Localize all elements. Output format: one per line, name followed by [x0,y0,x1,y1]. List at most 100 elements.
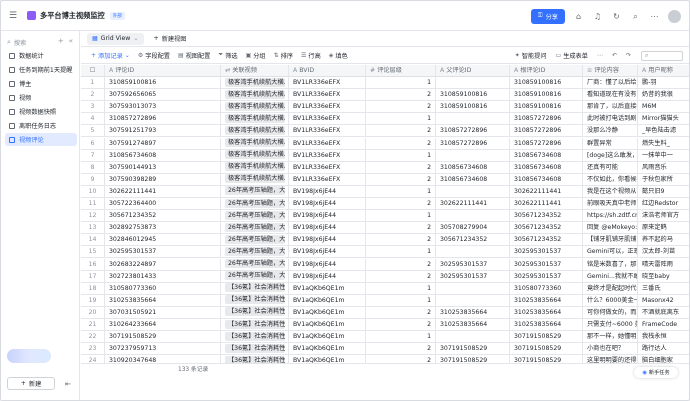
table-cell[interactable]: 310859100816 [105,77,221,89]
column-header[interactable]: A 用户昵称 [638,65,689,77]
table-cell[interactable]: 极客湾手机续航大横... [221,113,289,126]
table-cell[interactable]: 302595301537 [436,258,510,271]
table-cell[interactable]: Gemini可以，正现确... [583,246,638,259]
table-cell[interactable]: BV1LR336eEFX [289,77,366,89]
table-cell[interactable]: 302622111441 [510,185,583,198]
table-cell[interactable] [436,331,510,344]
view-config-button[interactable]: ▤ 视图配置 [178,51,210,60]
linked-record-tag[interactable]: 【36氪】社会消耗性... [225,331,285,341]
table-cell[interactable]: 310253835664 [436,306,510,319]
table-cell[interactable]: 只需支付~6000 美元[箱... [583,319,638,331]
plus-icon[interactable]: + [58,37,64,45]
sort-button[interactable]: ⇅ 排序 [274,51,293,60]
table-cell[interactable]: 我是在这个视频从前来... [583,185,638,198]
table-row[interactable]: 12 305671234352 26年高考压轴题，大... BV198Jx6jE44 1… [81,210,689,223]
table-cell[interactable]: 305671234352 [436,234,510,247]
table-cell[interactable]: 极客湾手机续航大横... [221,137,289,150]
table-row[interactable]: 19 310253835664 【36氪】社会消耗性... BV1aQKb6QE1m 1… [81,294,689,307]
table-cell[interactable]: 310253835664 [105,294,221,307]
column-header[interactable]: A 评论ID [105,65,221,77]
linked-record-tag[interactable]: 极客湾手机续航大横... [225,138,285,147]
column-header[interactable]: A 父评论ID [436,65,510,77]
linked-record-tag[interactable]: 极客湾手机续航大横... [225,150,285,160]
sidebar-item-video-snapshots[interactable]: 视频数据快照 [5,105,77,118]
table-cell[interactable]: Gemini...我就不敢想想... [583,270,638,283]
table-cell[interactable]: 26年高考压轴题，大... [221,246,289,259]
table-cell[interactable]: 【36氪】社会消耗性... [221,294,289,307]
table-row[interactable]: 11 305722364400 26年高考压轴题，大... BV198Jx6jE44 2… [81,198,689,210]
table-cell[interactable]: 305708279904 [436,222,510,235]
onboarding-task-button[interactable]: ◉ 新手任务 [634,367,678,378]
table-row[interactable]: 20 307031505921 【36氪】社会消耗性... BV1aQKb6QE1m 2… [81,306,689,319]
linked-record-tag[interactable]: 极客湾手机续航大横... [225,101,285,111]
table-cell[interactable]: 310856734608 [510,149,583,162]
linked-record-tag[interactable]: 26年高考压轴题，大... [225,210,285,220]
table-cell[interactable]: 路行达人 [638,343,689,356]
table-cell[interactable]: 302595301537 [436,270,510,283]
table-cell[interactable]: 2 [366,137,436,150]
table-cell[interactable]: 310580773360 [510,282,583,295]
table-cell[interactable]: 【36氪】社会消耗性... [221,343,289,356]
table-cell[interactable]: 我栈永恒 [638,331,689,344]
linked-record-tag[interactable]: 26年高考压轴题，大... [225,186,285,196]
table-cell[interactable]: Masonx42 [638,295,689,307]
table-cell[interactable]: 310253835664 [510,294,583,307]
table-cell[interactable]: 2 [366,355,436,363]
table-cell[interactable]: 302892753873 [105,222,221,235]
table-cell[interactable]: 没那么冷静 [583,125,638,138]
table-cell[interactable]: BV1aQKb6QE1m [289,306,366,319]
table-cell[interactable]: 310856734608 [436,161,510,174]
linked-record-tag[interactable]: 26年高考压轴题，大... [225,234,285,244]
table-cell[interactable]: 【36氪】社会消耗性... [221,282,289,295]
table-search-input[interactable]: ⌕ [641,50,683,61]
table-cell[interactable]: 极客湾手机续航大横... [221,125,289,138]
table-cell[interactable]: 305722364400 [105,198,221,210]
table-cell[interactable]: 310859100816 [436,89,510,102]
linked-record-tag[interactable]: 26年高考压轴题，大... [225,246,285,256]
table-cell[interactable] [436,113,510,126]
table-cell[interactable]: 此时被打电话到剧的告... [583,113,638,126]
table-cell[interactable]: 1 [366,113,436,126]
table-cell[interactable]: 可你何做女的，而且做... [583,306,638,319]
sidebar-search[interactable]: ⌕ 搜索 + « [7,36,73,48]
linked-record-tag[interactable]: 极客湾手机续航大横... [225,162,285,172]
table-cell[interactable]: 铭是米数喜了，那不知... [583,258,638,271]
table-cell[interactable] [436,149,510,162]
table-row[interactable]: 16 302683224897 26年高考压轴题，大... BV198Jx6jE44 2… [81,258,689,271]
table-cell[interactable]: 26年高考压轴题，大... [221,198,289,210]
table-cell[interactable]: 26年高考压轴题，大... [221,270,289,283]
linked-record-tag[interactable]: 26年高考压轴题，大... [225,222,285,232]
refresh-icon[interactable]: ↻ [611,11,622,22]
table-cell[interactable]: 310857272896 [510,137,583,150]
table-cell[interactable]: BV1LR336eEFX [289,173,366,186]
table-cell[interactable]: BV1aQKb6QE1m [289,294,366,307]
table-cell[interactable]: BV1LR336eEFX [289,101,366,114]
table-cell[interactable]: 310920347648 [105,355,221,363]
table-cell[interactable]: M6M [638,101,689,114]
table-cell[interactable]: 2 [366,343,436,356]
table-cell[interactable]: 302595301537 [510,270,583,283]
undo-button[interactable]: ↶ [612,52,617,59]
generate-form-button[interactable]: ▭ 生成表单 [556,51,588,60]
table-cell[interactable]: 那不一样，她懂明史 [583,331,638,344]
table-cell[interactable]: 1 [366,282,436,295]
table-cell[interactable]: 302595301537 [510,258,583,271]
table-cell[interactable]: 汉太郎-刘苗 [638,246,689,259]
table-row[interactable]: 23 307237959713 【36氪】社会消耗性... BV1aQKb6QE1m 2… [81,343,689,356]
table-cell[interactable]: 极客湾手机续航大横... [221,173,289,186]
table-cell[interactable]: 【铺牙肌铺牙肌铺牙... [583,234,638,247]
table-cell[interactable]: 310856734608 [510,161,583,174]
table-cell[interactable]: 310253835664 [436,319,510,331]
table-cell[interactable]: BV198Jx6jE44 [289,210,366,223]
table-cell[interactable]: 310580773360 [105,282,221,295]
column-header[interactable]: # 评论层级 [366,65,436,77]
table-cell[interactable]: [doge]这么敢发，是为... [583,149,638,162]
table-cell[interactable]: 原来定鹤 [638,222,689,235]
table-cell[interactable]: 养不起的马 [638,234,689,247]
table-cell[interactable]: BV198Jx6jE44 [289,198,366,210]
table-cell[interactable]: 1 [366,294,436,307]
search-icon[interactable]: ⌕ [630,11,641,22]
table-cell[interactable]: 鹏-羽 [638,77,689,89]
table-cell[interactable]: 1 [366,185,436,198]
bell-icon[interactable]: ♫ [592,11,603,22]
